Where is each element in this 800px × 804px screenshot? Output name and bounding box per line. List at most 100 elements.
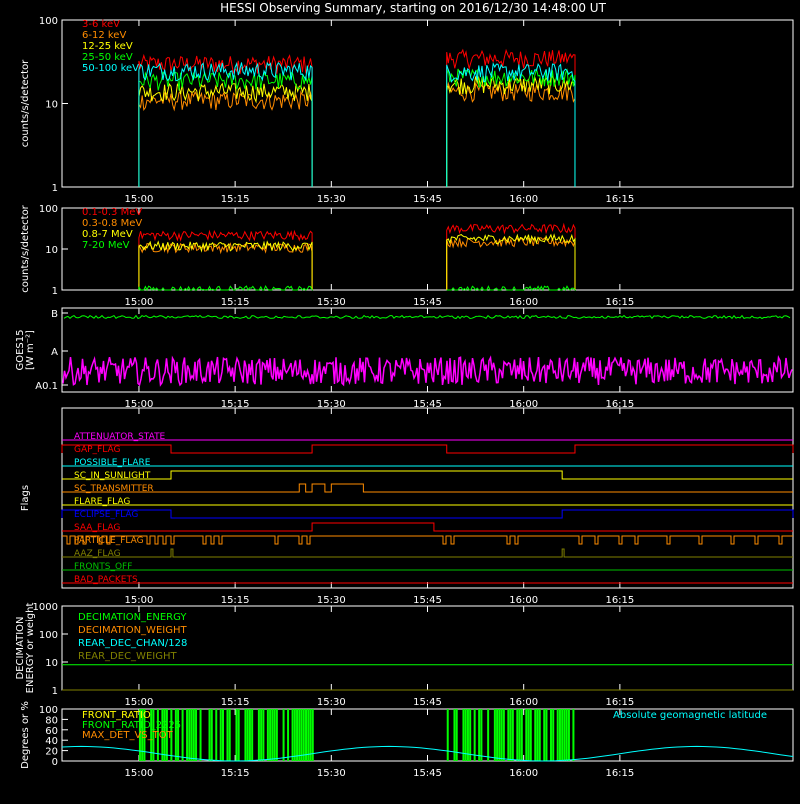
y-tick-label: 10 [45,100,58,111]
ratio-bar [293,709,296,761]
x-tick-label: 15:45 [413,697,442,708]
ratio-bar [215,709,218,761]
legend-entry: 3-6 keV [82,19,120,30]
legend-entry: 50-100 keV [82,63,139,74]
latitude-annotation: Absolute geomagnetic latitude [613,710,767,721]
x-tick-label: 15:15 [221,297,250,308]
y-tick-label: 100 [39,705,58,716]
x-tick-label: 15:30 [317,768,346,779]
x-tick-label: 15:00 [125,297,154,308]
series-line [138,53,313,188]
ratio-bar [511,709,514,761]
x-tick-label: 16:00 [509,297,538,308]
legend-entry: DECIMATION_ENERGY [78,612,187,623]
ratio-bar [487,709,490,761]
ratio-bar [549,709,552,761]
ratio-bar [177,709,180,761]
series-line [446,235,576,291]
x-tick-label: 15:45 [413,194,442,205]
flag-line [61,444,794,454]
ratio-bar [237,709,240,761]
flag-line [62,548,793,558]
x-tick-label: 15:00 [125,768,154,779]
x-tick-label: 16:00 [509,595,538,606]
x-tick-label: 16:15 [605,697,634,708]
y-tick-label: A0.1 [35,381,58,392]
ratio-bar [493,709,496,761]
flag-label: ECLIPSE_FLAG [74,510,138,520]
legend-entry: REAR_DEC_WEIGHT [78,651,177,662]
y-tick-label: 100 [39,630,58,641]
ratio-bar [226,709,229,761]
ratio-bar [518,709,521,761]
x-tick-label: 15:00 [125,697,154,708]
x-tick-label: 15:30 [317,297,346,308]
flag-line [61,509,794,519]
y-tick-label: 10 [45,245,58,256]
ratio-bar [552,709,555,761]
x-tick-label: 15:15 [221,697,250,708]
panel-frame [61,207,794,291]
y-axis-label: Degrees or % [20,701,31,769]
y-tick-label: 80 [45,715,58,726]
ratio-bar [282,709,285,761]
ratio-bar [221,709,224,761]
chart-title: HESSI Observing Summary, starting on 201… [220,1,606,15]
hessi-summary-chart: HESSI Observing Summary, starting on 201… [0,0,800,800]
ratio-bar [496,709,499,761]
ratio-bar [473,709,476,761]
y-tick-label: 0 [52,757,58,768]
ratio-bar [186,709,189,761]
ratio-bar [273,709,276,761]
ratio-bar [298,709,301,761]
y-tick-label: 40 [45,736,58,747]
x-tick-label: 15:45 [413,595,442,606]
x-tick-label: 15:30 [317,697,346,708]
ratio-bar [190,709,193,761]
series-line [138,229,313,291]
series-line [62,355,793,387]
ratio-bar [257,709,260,761]
ratio-bar [509,709,512,761]
series-line [63,314,791,320]
ratio-bar [309,709,312,761]
ratio-bar [260,709,263,761]
legend-entry: MAX_DET_VS_TOT [82,730,174,741]
ratio-bar [563,709,566,761]
ratio-bar [525,709,528,761]
ratio-bar [262,709,265,761]
y-axis-label: ENERGY or weight [25,603,36,694]
ratio-bar [561,709,564,761]
panel-flags: 15:00 15:15 15:30 15:45 16:00 16:15FlagsATTEN… [20,407,794,606]
x-tick-label: 15:00 [125,595,154,606]
chart-canvas: HESSI Observing Summary, starting on 201… [15,1,794,779]
series-line [138,90,313,188]
ratio-bar [307,709,310,761]
y-tick-label: 1000 [33,602,58,613]
series-line [446,222,576,291]
x-tick-label: 16:15 [605,595,634,606]
x-tick-label: 16:15 [605,194,634,205]
ratio-bar [534,709,537,761]
y-tick-label: 1 [52,183,58,194]
ratio-bar [507,709,510,761]
series-line [446,233,576,291]
ratio-bar [296,709,299,761]
series-line [446,285,577,292]
ratio-bar [174,709,177,761]
legend-entry: REAR_DEC_CHAN/128 [78,638,187,649]
x-tick-label: 15:45 [413,768,442,779]
panel-decimation: 15:00 15:15 15:30 15:45 16:00 16:15 1 10 100 1000… [15,602,794,708]
x-tick-label: 15:30 [317,595,346,606]
ratio-bar [556,709,559,761]
x-tick-label: 16:00 [509,697,538,708]
x-tick-label: 16:00 [509,768,538,779]
ratio-bar [269,709,272,761]
legend-entry: 0.8-7 MeV [82,229,133,240]
legend-entry: DECIMATION_WEIGHT [78,625,187,636]
ratio-bar [199,709,202,761]
ratio-bar [266,709,269,761]
legend-entry: 25-50 keV [82,52,133,63]
panel-frame [61,407,794,589]
ratio-bar [453,709,456,761]
